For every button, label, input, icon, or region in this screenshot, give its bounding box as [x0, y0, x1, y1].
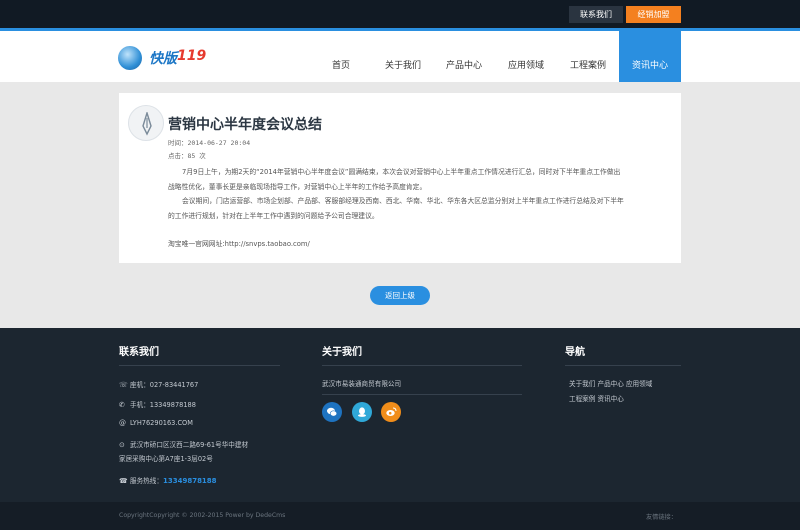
dealer-join-button[interactable]: 经销加盟 [626, 6, 681, 23]
footer-divider [322, 394, 522, 395]
footer-link-about[interactable]: 关于我们 [569, 380, 595, 388]
footer-divider [322, 365, 522, 366]
friend-links-label: 友情链接： [646, 514, 677, 521]
logo-text: 快版 [149, 51, 177, 67]
article-views: 点击：85 次 [168, 152, 206, 160]
footer-link-news[interactable]: 资讯中心 [597, 395, 623, 403]
back-button[interactable]: 返回上级 [370, 286, 430, 305]
footer-about-heading: 关于我们 [322, 347, 362, 358]
site-footer: 联系我们 ☏ 座机：027-83441767 ✆ 手机：13349878188 @ L… [0, 328, 800, 502]
footer-nav-row-1: 关于我们 产品中心 应用领域 [569, 378, 652, 388]
footer-link-applications[interactable]: 应用领域 [626, 380, 652, 388]
footer-nav-heading: 导航 [565, 347, 585, 358]
footer-address-2: 家居采购中心第A7座1-3层02号 [119, 455, 213, 463]
hotline-icon: ☎ [119, 477, 128, 485]
footer-nav-row-2: 工程案例 资讯中心 [569, 393, 624, 403]
footer-link-products[interactable]: 产品中心 [597, 380, 623, 388]
article-title: 营销中心半年度会议总结 [168, 117, 322, 133]
qq-icon[interactable] [352, 402, 372, 422]
nav-products[interactable]: 产品中心 [441, 31, 487, 82]
footer-company: 武汉市易装通商贸有限公司 [322, 380, 402, 388]
logo-number: 119 [177, 48, 207, 64]
top-bar: 联系我们 经销加盟 [0, 0, 800, 28]
nav-news[interactable]: 资讯中心 [619, 31, 681, 82]
globe-logo-icon [118, 46, 142, 70]
article-time: 时间：2014-06-27 20:04 [168, 139, 251, 147]
nav-applications[interactable]: 应用领域 [503, 31, 549, 82]
article-card: 营销中心半年度会议总结 时间：2014-06-27 20:04 点击：85 次 … [119, 93, 681, 263]
footer-email-text: LYH76290163.COM [130, 419, 193, 427]
footer-email: @ LYH76290163.COM [119, 419, 193, 427]
nav-home[interactable]: 首页 [322, 31, 360, 82]
article-avatar [128, 105, 164, 141]
footer-divider [119, 365, 280, 366]
at-icon: @ [119, 419, 126, 427]
copyright-bar: CopyrightCopyright © 2002-2015 Power by … [0, 502, 800, 530]
mobile-icon: ✆ [119, 401, 125, 409]
wechat-icon[interactable] [322, 402, 342, 422]
hotline-number[interactable]: 13349878188 [163, 477, 217, 485]
nav-cases[interactable]: 工程案例 [565, 31, 611, 82]
footer-phone-text: 座机：027-83441767 [130, 381, 199, 389]
footer-phone: ☏ 座机：027-83441767 [119, 379, 198, 389]
footer-divider [565, 365, 681, 366]
taobao-link[interactable]: 淘宝唯一官网网址:http://snvps.taobao.com/ [168, 238, 310, 248]
footer-address-text-1: 武汉市硚口区汉西二路69-61号华中建材 [130, 441, 249, 449]
footer-contact-heading: 联系我们 [119, 347, 159, 358]
location-icon: ⊙ [119, 441, 125, 449]
nav-about[interactable]: 关于我们 [380, 31, 426, 82]
copyright-text: CopyrightCopyright © 2002-2015 Power by … [119, 512, 286, 519]
contact-us-button[interactable]: 联系我们 [569, 6, 623, 23]
pen-icon [142, 112, 152, 136]
site-logo[interactable]: 快版 119 [118, 45, 208, 73]
article-paragraph-2: 会议期间，门店运营部、市场企划部、产品部、客服部经理及西南、西北、华南、华北、华… [168, 197, 624, 220]
footer-address-1: ⊙ 武汉市硚口区汉西二路69-61号华中建材 [119, 439, 248, 449]
phone-icon: ☏ [119, 381, 128, 389]
footer-mobile-text: 手机：13349878188 [130, 401, 196, 409]
article-paragraph-1: 7月9日上午，为期2天的“2014年营销中心半年度会议”圆满结束，本次会议对营销… [168, 168, 621, 191]
footer-hotline: ☎ 服务热线：13349878188 [119, 475, 217, 485]
footer-mobile: ✆ 手机：13349878188 [119, 399, 196, 409]
footer-link-cases[interactable]: 工程案例 [569, 395, 595, 403]
hotline-label: 服务热线： [130, 477, 163, 485]
site-header: 快版 119 首页 关于我们 产品中心 应用领域 工程案例 资讯中心 [0, 31, 800, 82]
weibo-icon[interactable] [381, 402, 401, 422]
